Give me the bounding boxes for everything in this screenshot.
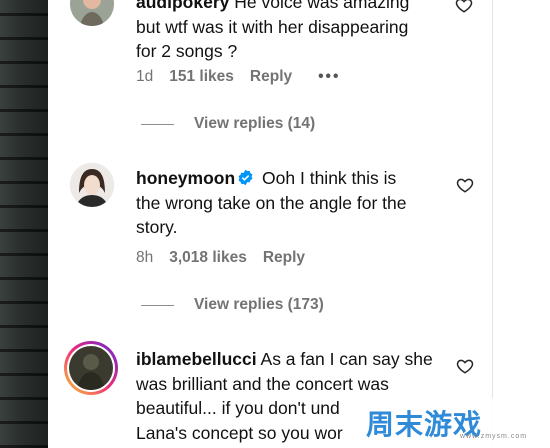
reply-button[interactable]: Reply (263, 249, 305, 267)
comment-body-line: was brilliant and the concert was (136, 373, 389, 394)
heart-outline-icon[interactable] (456, 357, 474, 375)
heart-outline-icon[interactable] (455, 0, 473, 14)
view-replies-button[interactable]: View replies (14) (141, 115, 315, 133)
commenter-avatar[interactable] (70, 0, 114, 26)
comment-text: audipokery He voice was amazing but wtf … (136, 0, 466, 64)
commenter-avatar[interactable] (70, 163, 114, 207)
comment-body-line: Ooh I think this is (262, 168, 397, 188)
story-ring[interactable] (64, 341, 118, 395)
comment-body-line: He voice was amazing (234, 0, 410, 12)
reply-button[interactable]: Reply (250, 68, 292, 86)
comment-time: 8h (136, 249, 154, 266)
view-replies-label: View replies (14) (194, 115, 316, 132)
comment-username[interactable]: audipokery (136, 0, 229, 12)
comment-body-line: story. (136, 217, 178, 237)
more-options-icon[interactable]: ••• (318, 68, 340, 86)
comment-meta: 1d 151 likes Reply ••• (136, 68, 340, 86)
watermark-url: www.zmysm.com (460, 433, 528, 440)
comment-likes[interactable]: 151 likes (169, 68, 234, 86)
comment-body-line: Lana's concept so you wor (136, 422, 343, 443)
view-replies-label: View replies (173) (194, 296, 324, 313)
divider-line (141, 304, 174, 306)
heart-outline-icon[interactable] (456, 176, 474, 194)
verified-badge-icon (238, 169, 253, 186)
comment-body-line: for 2 songs ? (136, 41, 238, 61)
comment-meta: 8h 3,018 likes Reply (136, 249, 305, 267)
comment-likes[interactable]: 3,018 likes (169, 249, 247, 267)
divider-line (141, 123, 174, 125)
commenter-avatar (69, 346, 113, 390)
comment-body-line: the wrong take on the angle for the (136, 192, 407, 213)
comment-body-line: but wtf was it with her disappearing (136, 16, 409, 37)
comment-time: 1d (136, 68, 154, 85)
comment-username[interactable]: iblamebellucci (136, 349, 257, 369)
comment-text: honeymoon Ooh I think this is the wrong … (136, 166, 466, 240)
background-image-edge (0, 0, 48, 448)
comment-username[interactable]: honeymoon (136, 168, 235, 188)
comment-body-line: As a fan I can say she (260, 349, 433, 369)
view-replies-button[interactable]: View replies (173) (141, 296, 324, 314)
site-watermark: 周末游戏 www.zmysm.com (350, 398, 550, 448)
comment-body-line: beautiful... if you don't und (136, 398, 340, 418)
scroll-track (492, 0, 550, 448)
